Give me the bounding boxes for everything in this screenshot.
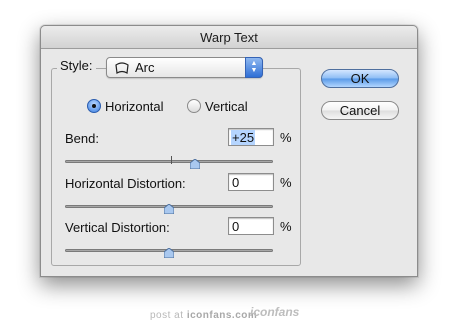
vertical-distortion-label: Vertical Distortion: [65,220,170,235]
horizontal-radio[interactable] [87,99,101,113]
style-select-value: Arc [135,60,155,75]
style-group-box [51,68,301,266]
vertical-distortion-unit: % [280,219,292,234]
title-bar[interactable]: Warp Text [41,26,417,49]
horizontal-distortion-value: 0 [232,175,240,190]
horizontal-distortion-input[interactable]: 0 [228,173,274,191]
bend-input-value: +25 [231,130,256,145]
bend-unit: % [280,130,292,145]
bend-slider-thumb[interactable] [189,156,201,170]
select-arrows-icon: ▲ ▼ [245,57,263,78]
footer-credit: post at iconfans.com [150,310,257,321]
bend-slider-center-tick [171,156,172,164]
bend-input[interactable]: +25 [228,128,274,146]
horizontal-distortion-unit: % [280,175,292,190]
vertical-distortion-slider-thumb[interactable] [163,245,175,259]
footer-prefix: post at [150,310,184,321]
footer-logo: iconfans [250,305,300,319]
vertical-radio-label[interactable]: Vertical [205,99,248,114]
dialog-title: Warp Text [200,30,258,45]
footer-site: iconfans.com [186,310,258,321]
bend-label: Bend: [65,131,99,146]
ok-button[interactable]: OK [321,69,399,88]
warp-text-dialog: Warp Text Style: Arc ▲ ▼ Horizontal Verti… [40,25,418,277]
vertical-radio[interactable] [187,99,201,113]
cancel-button[interactable]: Cancel [321,101,399,120]
horizontal-distortion-slider-thumb[interactable] [163,201,175,215]
vertical-distortion-input[interactable]: 0 [228,217,274,235]
horizontal-distortion-label: Horizontal Distortion: [65,176,186,191]
bend-slider-track[interactable] [65,160,273,163]
style-label: Style: [57,58,96,73]
arc-warp-icon [115,61,129,79]
vertical-distortion-value: 0 [232,219,240,234]
horizontal-radio-label[interactable]: Horizontal [105,99,164,114]
style-select[interactable]: Arc ▲ ▼ [106,57,263,78]
